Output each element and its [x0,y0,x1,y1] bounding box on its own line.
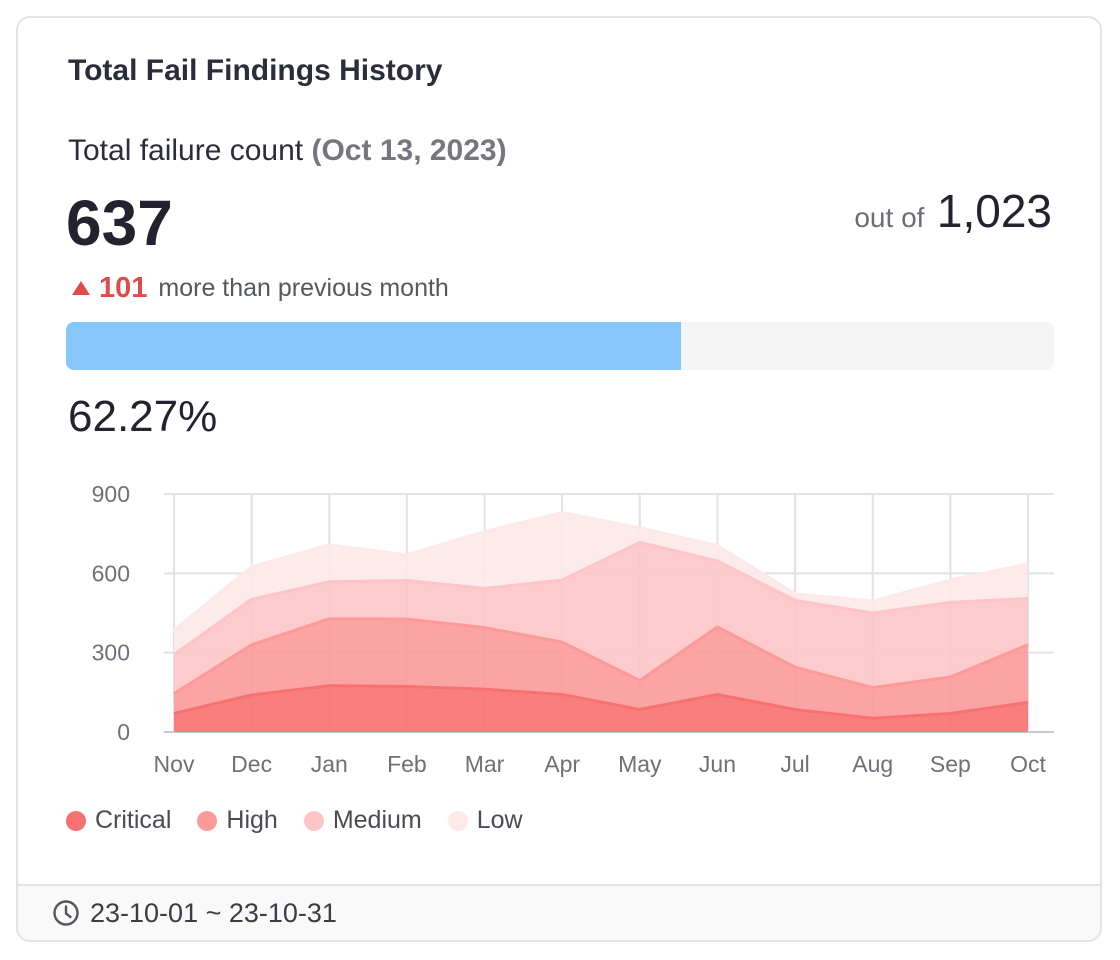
date-range-text: 23-10-01 ~ 23-10-31 [90,897,337,928]
triangle-up-icon [72,280,90,295]
x-tick-label: May [618,751,662,777]
failure-percent: 62.27% [68,392,218,441]
legend-label: Critical [95,806,172,834]
x-tick-label: Jan [311,751,348,777]
x-tick-label: Dec [231,751,272,777]
legend-label: Low [476,806,523,834]
failure-count-date: (Oct 13, 2023) [311,134,507,167]
chart-legend: Critical High Medium Low [66,806,523,835]
total-count: out of 1,023 [854,184,1052,238]
y-tick-label: 300 [92,640,130,666]
x-tick-label: Jul [780,751,809,777]
x-tick-label: Apr [544,751,580,777]
x-tick-label: Feb [387,751,427,777]
legend-item-medium[interactable]: Medium [303,806,422,835]
legend-dot-icon [197,810,218,831]
progress-bar [66,322,1054,370]
legend-label: High [226,806,278,834]
out-of-label: out of [854,202,925,233]
date-range-footer: 23-10-01 ~ 23-10-31 [18,884,1100,940]
legend-dot-icon [447,810,468,831]
fail-findings-card: Total Fail Findings History Total failur… [16,16,1102,942]
delta-value: 101 [99,272,148,304]
x-tick-label: Mar [465,751,505,777]
failure-count-label-text: Total failure count [68,134,304,167]
y-tick-label: 600 [92,560,130,586]
x-tick-label: Sep [930,751,971,777]
x-tick-label: Aug [852,751,893,777]
x-tick-label: Nov [154,751,195,777]
month-delta: 101 more than previous month [72,272,449,305]
progress-bar-fill [66,322,682,370]
x-tick-label: Jun [699,751,736,777]
legend-item-high[interactable]: High [197,806,278,835]
legend-dot-icon [303,810,324,831]
findings-area-chart: 0 300 600 900 Nov Dec Jan Feb Mar Apr May Jun Jul Aug… [92,481,1054,777]
legend-item-low[interactable]: Low [447,806,523,835]
failure-count-label: Total failure count (Oct 13, 2023) [68,134,507,168]
total-count-value: 1,023 [936,185,1052,237]
card-title: Total Fail Findings History [68,54,443,87]
legend-dot-icon [66,810,86,831]
delta-text: more than previous month [158,274,449,302]
legend-item-critical[interactable]: Critical [66,806,171,835]
clock-icon [53,900,79,926]
failure-count-value: 637 [66,187,173,259]
y-tick-label: 0 [117,719,130,745]
y-tick-label: 900 [92,481,130,507]
legend-label: Medium [332,806,422,834]
x-tick-label: Oct [1010,751,1046,777]
